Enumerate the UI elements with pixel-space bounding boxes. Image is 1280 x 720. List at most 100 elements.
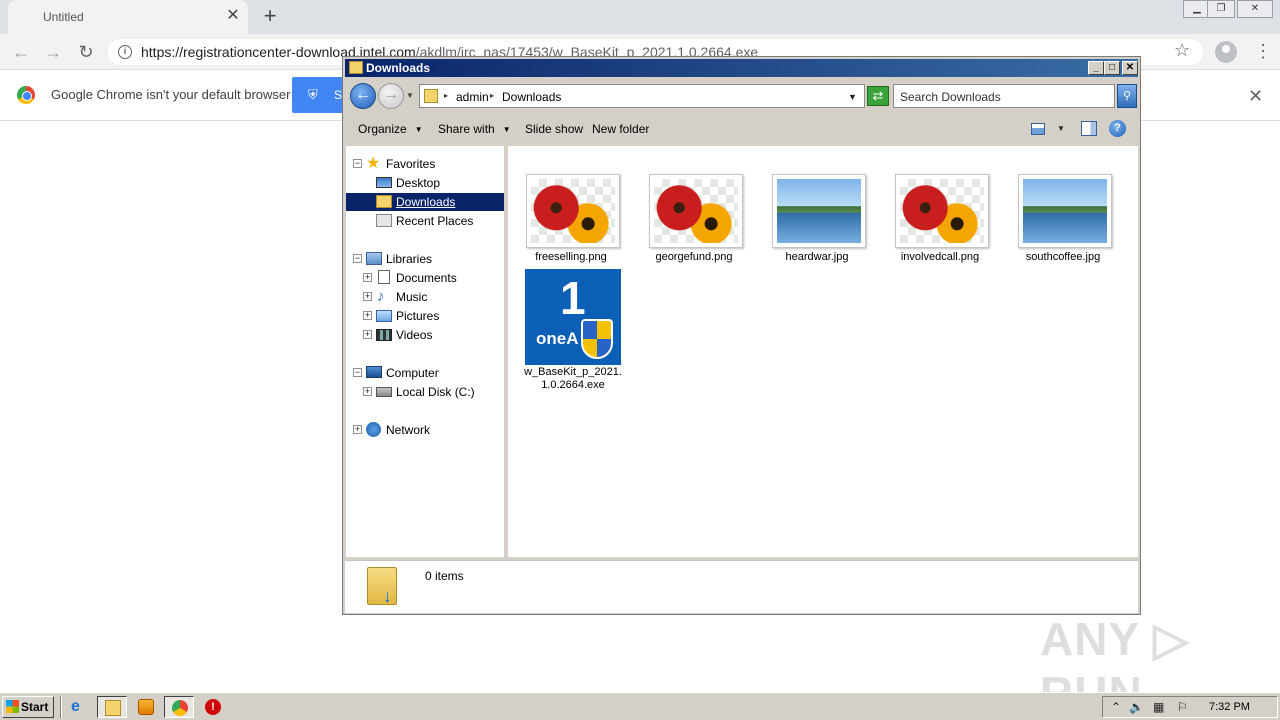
reload-icon[interactable]: ↻ <box>75 41 97 63</box>
documents-icon <box>378 270 390 284</box>
chevron-right-icon[interactable]: ▸ <box>444 91 448 100</box>
file-name: southcoffee.jpg <box>1025 251 1101 263</box>
restore-window-button[interactable]: ❐ <box>1207 0 1235 18</box>
organize-button[interactable]: Organize ▼ <box>358 122 423 136</box>
file-item[interactable]: georgefund.png <box>646 174 743 266</box>
tab-title: Untitled <box>43 10 84 24</box>
nav-label: Desktop <box>396 176 441 190</box>
file-name-line1: w_BaseKit_p_2021. <box>524 366 622 378</box>
nav-item-pictures[interactable]: + Pictures <box>346 307 504 325</box>
details-pane: ↓ 0 items <box>345 560 1138 613</box>
preview-pane-icon[interactable] <box>1081 121 1097 136</box>
chevron-down-icon[interactable]: ▼ <box>848 92 857 102</box>
search-icon[interactable]: ⚲ <box>1117 84 1137 108</box>
bookmark-star-icon[interactable]: ☆ <box>1174 40 1190 61</box>
computer-icon <box>366 366 382 378</box>
taskbar-media-player[interactable] <box>131 696 161 718</box>
expand-icon[interactable]: + <box>363 292 372 301</box>
refresh-icon[interactable]: ⇄ <box>867 86 889 106</box>
explorer-maximize-button[interactable]: □ <box>1104 61 1120 75</box>
breadcrumb-downloads[interactable]: Downloads <box>502 90 561 104</box>
collapse-icon[interactable]: − <box>353 368 362 377</box>
nav-item-downloads[interactable]: Downloads <box>346 193 504 211</box>
new-folder-button[interactable]: New folder <box>592 122 649 136</box>
nav-item-videos[interactable]: + Videos <box>346 326 504 344</box>
nav-item-local-disk[interactable]: + Local Disk (C:) <box>346 383 504 401</box>
history-dropdown-icon[interactable]: ▼ <box>406 91 414 100</box>
browser-tab[interactable]: Untitled ✕ <box>8 0 248 34</box>
expand-icon[interactable]: + <box>363 311 372 320</box>
item-count: 0 items <box>425 569 464 583</box>
nav-label: Pictures <box>396 309 440 323</box>
site-info-icon[interactable]: i <box>118 45 132 59</box>
action-center-flag-icon[interactable]: ⚐ <box>1177 700 1188 714</box>
navigation-pane: − ★ Favorites Desktop Downloads Recent P… <box>346 146 504 557</box>
lake-thumbnail-icon <box>1018 174 1112 248</box>
file-item[interactable]: 1 oneA w_BaseKit_p_2021. 1.0.2664.exe <box>524 269 622 393</box>
nav-label: Music <box>396 290 428 304</box>
windows-logo-icon <box>6 700 19 713</box>
nav-item-computer[interactable]: − Computer <box>346 364 504 382</box>
chevron-down-icon[interactable]: ▼ <box>1057 124 1065 133</box>
explorer-titlebar[interactable]: Downloads _ □ ✕ <box>345 59 1138 77</box>
expand-icon[interactable]: + <box>363 330 372 339</box>
share-with-label: Share with <box>438 122 495 136</box>
explorer-close-button[interactable]: ✕ <box>1122 61 1138 75</box>
flower-thumbnail-icon <box>895 174 989 248</box>
taskbar-stop-app[interactable]: ! <box>198 696 228 718</box>
nav-item-recent-places[interactable]: Recent Places <box>346 212 504 230</box>
nav-item-desktop[interactable]: Desktop <box>346 174 504 192</box>
nav-item-music[interactable]: + ♪ Music <box>346 288 504 306</box>
volume-icon[interactable]: 🔈 <box>1129 700 1144 714</box>
change-view-icon[interactable] <box>1031 123 1045 135</box>
share-with-button[interactable]: Share with ▼ <box>438 122 511 136</box>
infobar-close-icon[interactable]: ✕ <box>1248 86 1263 107</box>
expand-icon[interactable]: + <box>353 425 362 434</box>
network-status-icon[interactable]: ▦ <box>1153 700 1164 714</box>
explorer-minimize-button[interactable]: _ <box>1088 61 1104 75</box>
start-label: Start <box>21 700 49 714</box>
nav-item-libraries[interactable]: − Libraries <box>346 250 504 268</box>
file-item[interactable]: heardwar.jpg <box>769 174 866 266</box>
file-item[interactable]: involvedcall.png <box>892 174 989 266</box>
nav-label: Recent Places <box>396 214 474 228</box>
downloads-folder-icon <box>367 567 397 605</box>
tab-close-icon[interactable]: ✕ <box>224 7 242 25</box>
profile-avatar-icon[interactable] <box>1215 41 1237 63</box>
show-hidden-icons-icon[interactable]: ⌃ <box>1111 700 1121 714</box>
file-item[interactable]: freeselling.png <box>523 174 620 266</box>
expand-icon[interactable]: + <box>363 273 372 282</box>
help-icon[interactable]: ? <box>1109 120 1126 137</box>
new-tab-button[interactable]: + <box>258 5 282 29</box>
address-field[interactable]: ▸ admin ▸ Downloads ▼ <box>419 84 865 108</box>
uac-shield-icon: ⛨ <box>308 87 318 102</box>
expand-icon[interactable]: + <box>363 387 372 396</box>
collapse-icon[interactable]: − <box>353 254 362 263</box>
forward-button-icon[interactable]: → <box>378 83 404 109</box>
breadcrumb-admin[interactable]: admin <box>456 90 489 104</box>
close-window-button[interactable]: ✕ <box>1237 0 1273 18</box>
file-list: freeselling.png georgefund.png heardwar.… <box>508 146 1138 557</box>
file-item[interactable]: southcoffee.jpg <box>1015 174 1112 266</box>
nav-item-network[interactable]: + Network <box>346 421 504 439</box>
collapse-icon[interactable]: − <box>353 159 362 168</box>
browser-menu-icon[interactable]: ⋮ <box>1254 41 1272 61</box>
chevron-right-icon[interactable]: ▸ <box>490 91 494 100</box>
folder-icon <box>349 61 363 74</box>
slide-show-button[interactable]: Slide show <box>525 122 583 136</box>
taskbar-chrome[interactable] <box>164 696 194 718</box>
search-input[interactable]: Search Downloads <box>893 84 1115 108</box>
infobar-message: Google Chrome isn't your default browser <box>51 87 291 102</box>
nav-label: Downloads <box>396 195 456 209</box>
explorer-window: Downloads _ □ ✕ ← → ▼ ▸ admin ▸ Download… <box>342 56 1141 615</box>
forward-arrow-icon[interactable]: → <box>42 41 64 63</box>
nav-item-documents[interactable]: + Documents <box>346 269 504 287</box>
start-button[interactable]: Start <box>2 696 54 718</box>
clock[interactable]: 7:32 PM <box>1209 701 1250 713</box>
folder-icon <box>105 700 121 716</box>
back-button-icon[interactable]: ← <box>350 83 376 109</box>
back-arrow-icon[interactable]: ← <box>10 41 32 63</box>
taskbar-ie[interactable]: e <box>64 696 94 718</box>
nav-item-favorites[interactable]: − ★ Favorites <box>346 155 504 173</box>
taskbar-explorer[interactable] <box>97 696 127 718</box>
